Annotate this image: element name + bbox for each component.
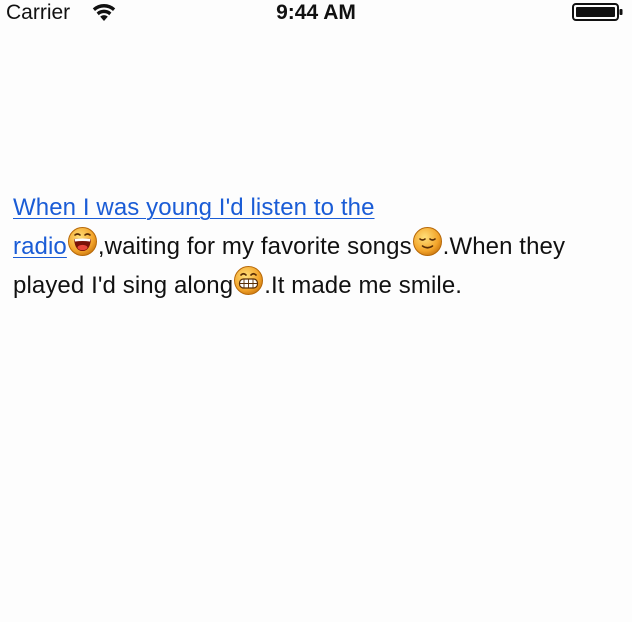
link-text-line2[interactable]: radio [13,233,67,260]
message-text: When I was young I'd listen to the radio … [13,190,613,304]
laughing-face-emoticon [67,226,98,257]
message-segment-1: ,waiting for my favorite songs [97,233,412,260]
status-time: 9:44 AM [276,1,356,24]
grinning-face-emoticon [233,265,264,296]
battery-icon [572,3,624,21]
content-smile-emoticon [412,226,443,257]
message-segment-3: .It made me smile. [264,272,463,299]
status-bar: Carrier 9:44 AM [0,0,632,26]
link-text-line1[interactable]: When I was young I'd listen to the [13,194,375,221]
